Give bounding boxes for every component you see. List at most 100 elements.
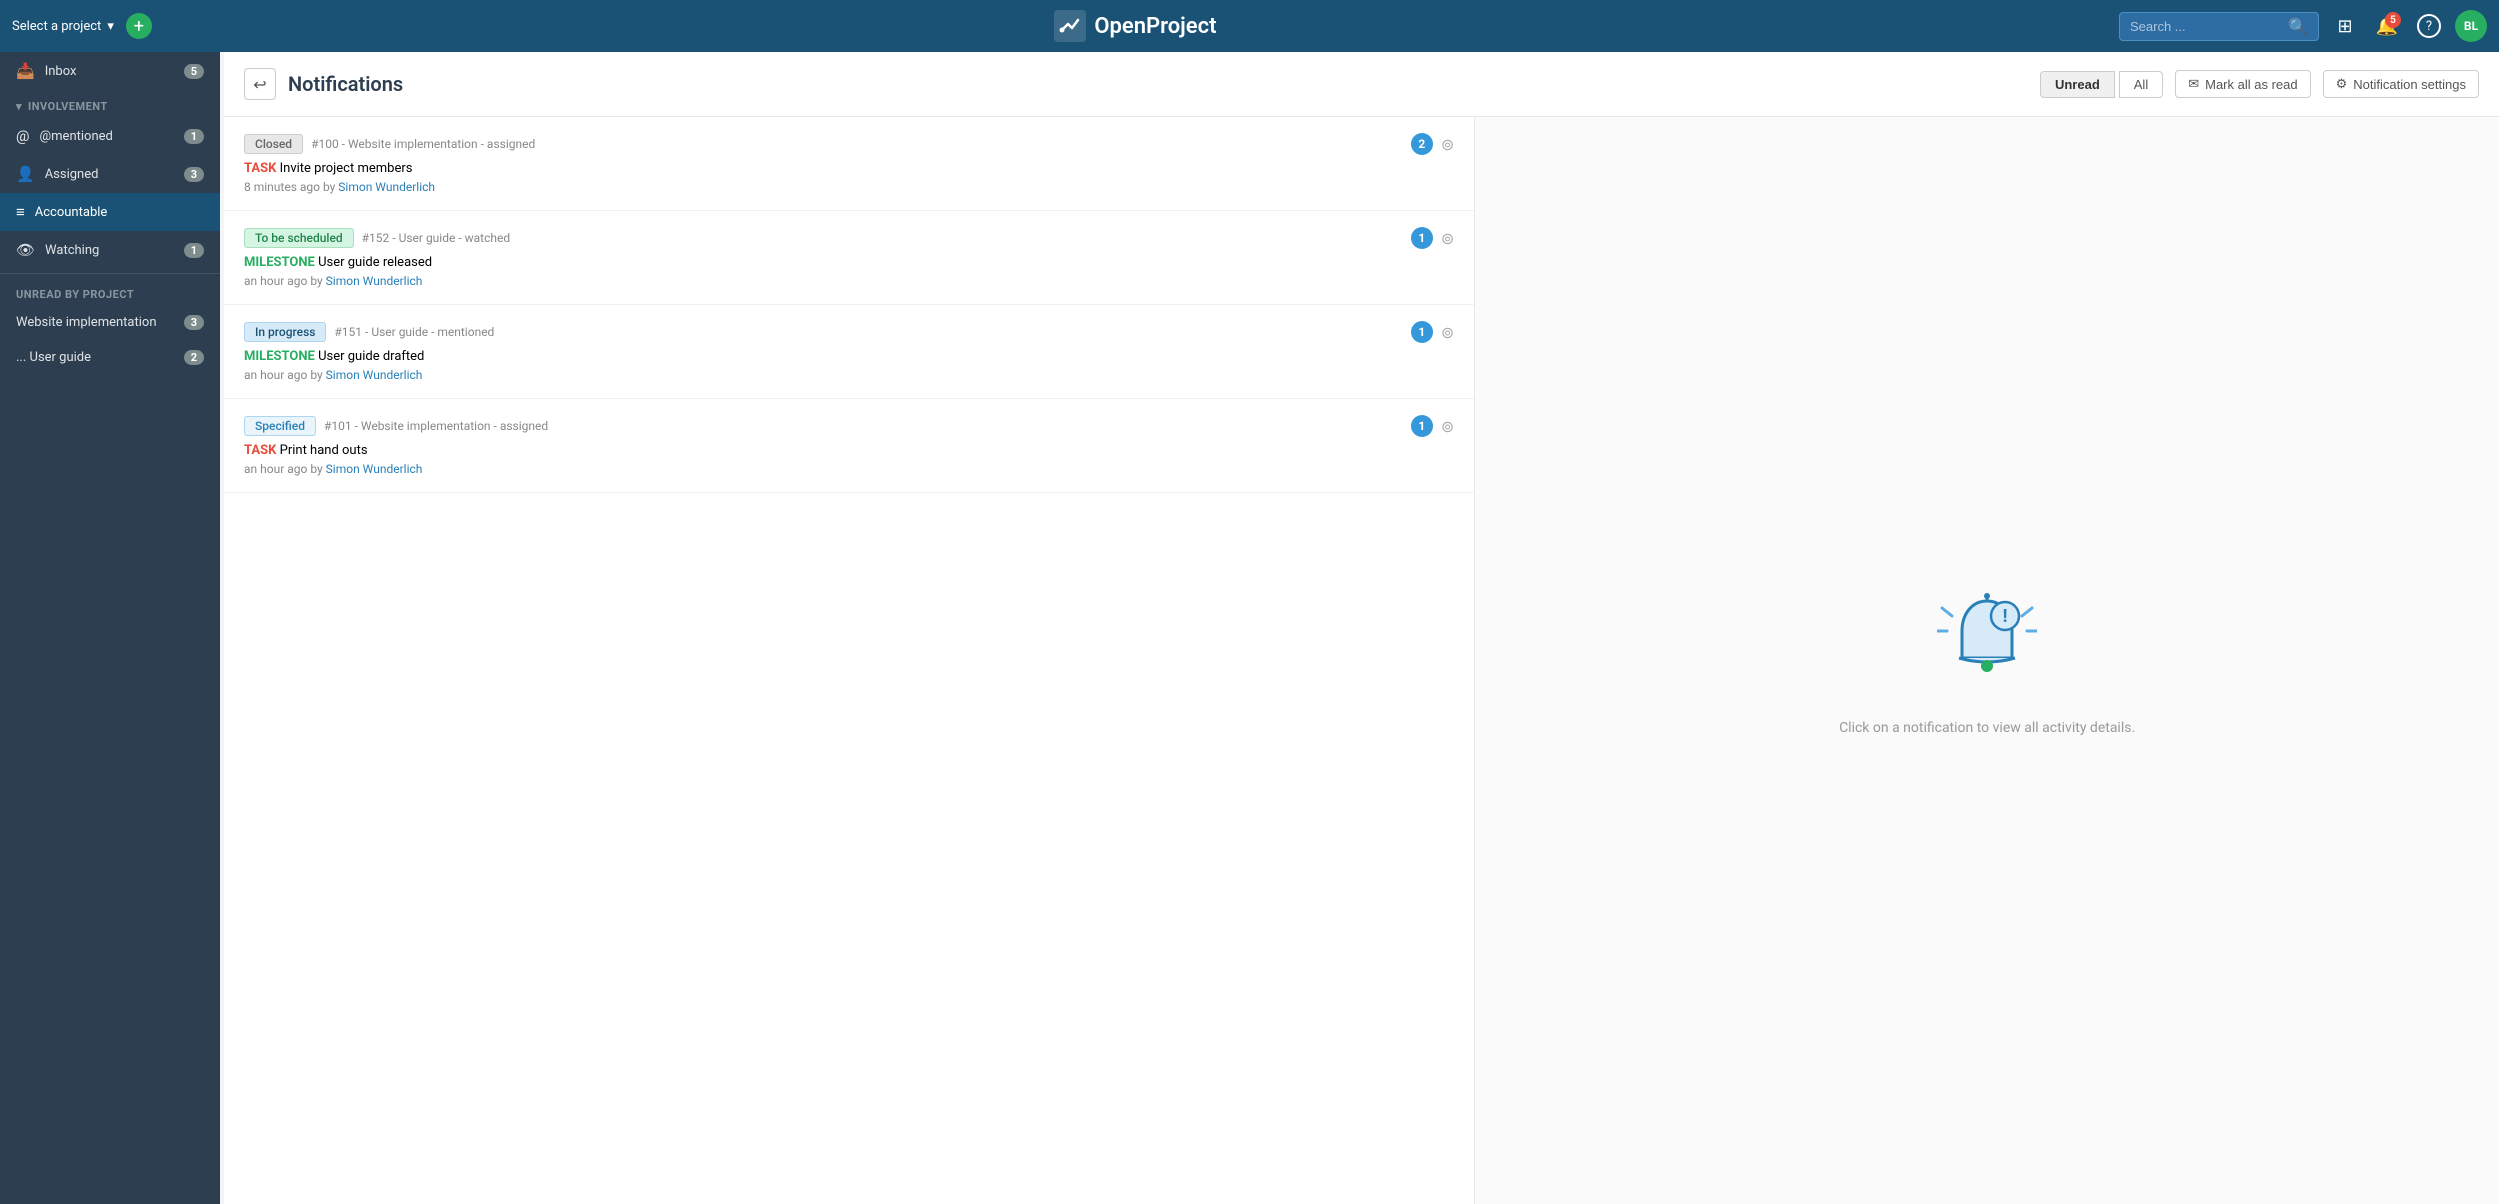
mention-icon: @ [16, 127, 29, 145]
bell-badge: 5 [2385, 12, 2401, 28]
notification-settings-button[interactable]: ⚙ Notification settings [2323, 70, 2479, 98]
project-select[interactable]: Select a project ▾ [12, 19, 114, 34]
page-title: Notifications [288, 72, 2028, 96]
avatar[interactable]: BL [2455, 10, 2487, 42]
help-icon: ? [2417, 14, 2441, 38]
type-label: TASK [244, 161, 276, 176]
notif-count-badge: 1 [1411, 321, 1433, 343]
type-label: MILESTONE [244, 349, 315, 364]
notif-title: TASK Print hand outs [244, 443, 1454, 458]
sidebar-item-website-impl[interactable]: Website implementation 3 [0, 305, 220, 340]
filter-unread-button[interactable]: Unread [2040, 71, 2115, 98]
settings-label: Notification settings [2353, 77, 2466, 92]
mark-all-read-label: Mark all as read [2205, 77, 2297, 92]
sidebar-item-assigned[interactable]: 👤 Assigned 3 [0, 155, 220, 193]
bell-button[interactable]: 🔔 5 [2371, 10, 2403, 42]
sidebar-item-mentioned[interactable]: @ @mentioned 1 [0, 117, 220, 155]
help-button[interactable]: ? [2413, 10, 2445, 42]
item-title: Print hand outs [280, 443, 368, 458]
sidebar-involvement-section: ▾ INVOLVEMENT [0, 90, 220, 117]
back-arrow-icon: ↩ [253, 75, 266, 94]
notif-time: an hour ago by Simon Wunderlich [244, 368, 1454, 382]
author-link[interactable]: Simon Wunderlich [326, 368, 423, 382]
project-select-label: Select a project [12, 19, 101, 34]
filter-group: Unread All [2040, 71, 2163, 98]
inbox-icon: 📥 [16, 62, 35, 80]
sidebar-project1-label: Website implementation [16, 315, 174, 330]
back-button[interactable]: ↩ [244, 68, 276, 100]
sidebar-item-accountable[interactable]: ≡ Accountable [0, 193, 220, 231]
notif-actions: 1 ⊚ [1411, 321, 1454, 343]
notif-actions: 2 ⊚ [1411, 133, 1454, 155]
bell-illustration: ! [1937, 586, 2037, 700]
chevron-down-icon: ▾ [16, 100, 22, 113]
grid-icon-button[interactable]: ⊞ [2329, 10, 2361, 42]
add-project-button[interactable]: + [126, 13, 152, 39]
item-title: User guide released [318, 255, 432, 270]
gear-icon: ⚙ [2336, 76, 2348, 92]
search-box[interactable]: 🔍 [2119, 12, 2319, 41]
notification-item[interactable]: Specified #101 - Website implementation … [224, 399, 1474, 493]
notif-count-badge: 2 [1411, 133, 1433, 155]
sidebar-project1-badge: 3 [184, 315, 204, 330]
notif-count-badge: 1 [1411, 415, 1433, 437]
share-icon[interactable]: ⊚ [1441, 323, 1454, 342]
notif-time: 8 minutes ago by Simon Wunderlich [244, 180, 1454, 194]
sidebar-item-watching[interactable]: 👁 Watching 1 [0, 231, 220, 269]
sidebar-divider [0, 273, 220, 274]
author-link[interactable]: Simon Wunderlich [326, 462, 423, 476]
notif-item-header: Specified #101 - Website implementation … [244, 415, 1454, 437]
author-link[interactable]: Simon Wunderlich [338, 180, 435, 194]
sidebar-assigned-badge: 3 [184, 167, 204, 182]
status-badge: Closed [244, 134, 303, 154]
sidebar-item-user-guide[interactable]: ... User guide 2 [0, 340, 220, 375]
share-icon[interactable]: ⊚ [1441, 417, 1454, 436]
share-icon[interactable]: ⊚ [1441, 135, 1454, 154]
avatar-initials: BL [2464, 19, 2478, 33]
main-content: ↩ Notifications Unread All ✉ Mark all as… [224, 52, 2499, 1204]
sidebar: 📥 Inbox 5 ▾ INVOLVEMENT @ @mentioned 1 👤… [0, 52, 220, 1204]
notifications-body: Closed #100 - Website implementation - a… [224, 117, 2499, 1204]
accountable-icon: ≡ [16, 203, 25, 221]
watching-icon: 👁 [16, 241, 35, 259]
logo-icon [1054, 10, 1086, 42]
notification-item[interactable]: To be scheduled #152 - User guide - watc… [224, 211, 1474, 305]
sidebar-project2-label: ... User guide [16, 350, 174, 365]
sidebar-mentioned-badge: 1 [184, 129, 204, 144]
notif-meta: #152 - User guide - watched [362, 231, 510, 245]
notif-count-badge: 1 [1411, 227, 1433, 249]
notif-title: MILESTONE User guide released [244, 255, 1454, 270]
notif-actions: 1 ⊚ [1411, 227, 1454, 249]
sidebar-watching-label: Watching [45, 243, 174, 258]
notif-item-header: In progress #151 - User guide - mentione… [244, 321, 1454, 343]
top-navbar: Select a project ▾ + OpenProject 🔍 ⊞ 🔔 5… [0, 0, 2499, 52]
notif-item-header: To be scheduled #152 - User guide - watc… [244, 227, 1454, 249]
share-icon[interactable]: ⊚ [1441, 229, 1454, 248]
grid-icon: ⊞ [2337, 16, 2352, 37]
sidebar-item-inbox[interactable]: 📥 Inbox 5 [0, 52, 220, 90]
mark-all-read-button[interactable]: ✉ Mark all as read [2175, 70, 2310, 98]
notif-meta: #151 - User guide - mentioned [334, 325, 494, 339]
filter-all-button[interactable]: All [2119, 71, 2163, 98]
status-badge: In progress [244, 322, 326, 342]
notification-item[interactable]: In progress #151 - User guide - mentione… [224, 305, 1474, 399]
nav-right: 🔍 ⊞ 🔔 5 ? BL [2119, 10, 2487, 42]
notification-item[interactable]: Closed #100 - Website implementation - a… [224, 117, 1474, 211]
notifications-header: ↩ Notifications Unread All ✉ Mark all as… [224, 52, 2499, 117]
notification-detail-panel: ! Click on a notification to view all ac… [1475, 117, 2499, 1204]
search-input[interactable] [2130, 19, 2282, 34]
assigned-icon: 👤 [16, 165, 35, 183]
notif-title: MILESTONE User guide drafted [244, 349, 1454, 364]
search-icon: 🔍 [2288, 17, 2308, 36]
sidebar-inbox-label: Inbox [45, 64, 174, 79]
notif-meta: #101 - Website implementation - assigned [324, 419, 548, 433]
author-link[interactable]: Simon Wunderlich [326, 274, 423, 288]
sidebar-inbox-badge: 5 [184, 64, 204, 79]
notif-item-header: Closed #100 - Website implementation - a… [244, 133, 1454, 155]
notif-actions: 1 ⊚ [1411, 415, 1454, 437]
notif-meta: #100 - Website implementation - assigned [311, 137, 535, 151]
app-logo: OpenProject [164, 10, 2107, 42]
notif-time: an hour ago by Simon Wunderlich [244, 462, 1454, 476]
sidebar-accountable-label: Accountable [35, 205, 204, 220]
notif-title: TASK Invite project members [244, 161, 1454, 176]
